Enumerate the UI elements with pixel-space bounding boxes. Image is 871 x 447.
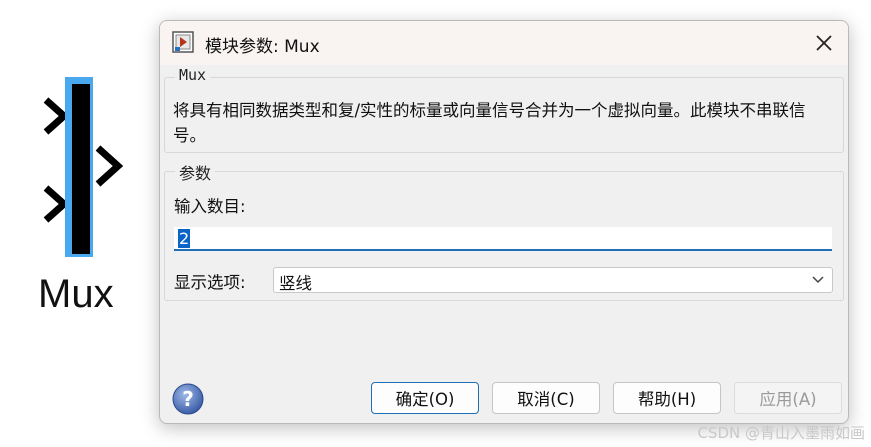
close-button[interactable]	[810, 29, 838, 57]
help-button[interactable]: 帮助(H)	[613, 382, 721, 414]
ok-button[interactable]: 确定(O)	[371, 382, 479, 414]
num-inputs-value: 2	[178, 229, 191, 248]
display-option-select[interactable]: 竖线	[273, 267, 833, 293]
block-parameters-dialog: 模块参数: Mux Mux 将具有相同数据类型和复/实性的标量或向量信号合并为一…	[159, 20, 849, 424]
description-legend: Mux	[175, 66, 211, 84]
parameters-legend: 参数	[175, 160, 216, 184]
dialog-titlebar[interactable]: 模块参数: Mux	[160, 21, 848, 65]
apply-button[interactable]: 应用(A)	[734, 382, 842, 414]
block-params-icon	[172, 31, 194, 53]
help-icon[interactable]: ?	[172, 383, 204, 415]
description-group: Mux 将具有相同数据类型和复/实性的标量或向量信号合并为一个虚拟向量。此模块不…	[164, 66, 844, 153]
mux-selection-highlight	[65, 77, 93, 257]
mux-block[interactable]	[30, 74, 130, 264]
num-inputs-field[interactable]: 2	[174, 227, 832, 251]
mux-bar	[72, 84, 90, 254]
svg-text:?: ?	[182, 387, 194, 411]
close-icon	[816, 35, 832, 51]
watermark: CSDN @青山入墨雨如画	[697, 424, 865, 442]
dialog-title: 模块参数: Mux	[205, 37, 320, 57]
output-port-arrow	[95, 145, 124, 187]
num-inputs-label: 输入数目:	[174, 197, 246, 216]
display-option-label: 显示选项:	[174, 273, 246, 292]
display-option-value: 竖线	[279, 274, 312, 293]
chevron-down-icon	[812, 276, 824, 284]
block-description: 将具有相同数据类型和复/实性的标量或向量信号合并为一个虚拟向量。此模块不串联信号…	[173, 101, 806, 145]
cancel-button[interactable]: 取消(C)	[492, 382, 600, 414]
mux-block-label: Mux	[38, 272, 114, 316]
